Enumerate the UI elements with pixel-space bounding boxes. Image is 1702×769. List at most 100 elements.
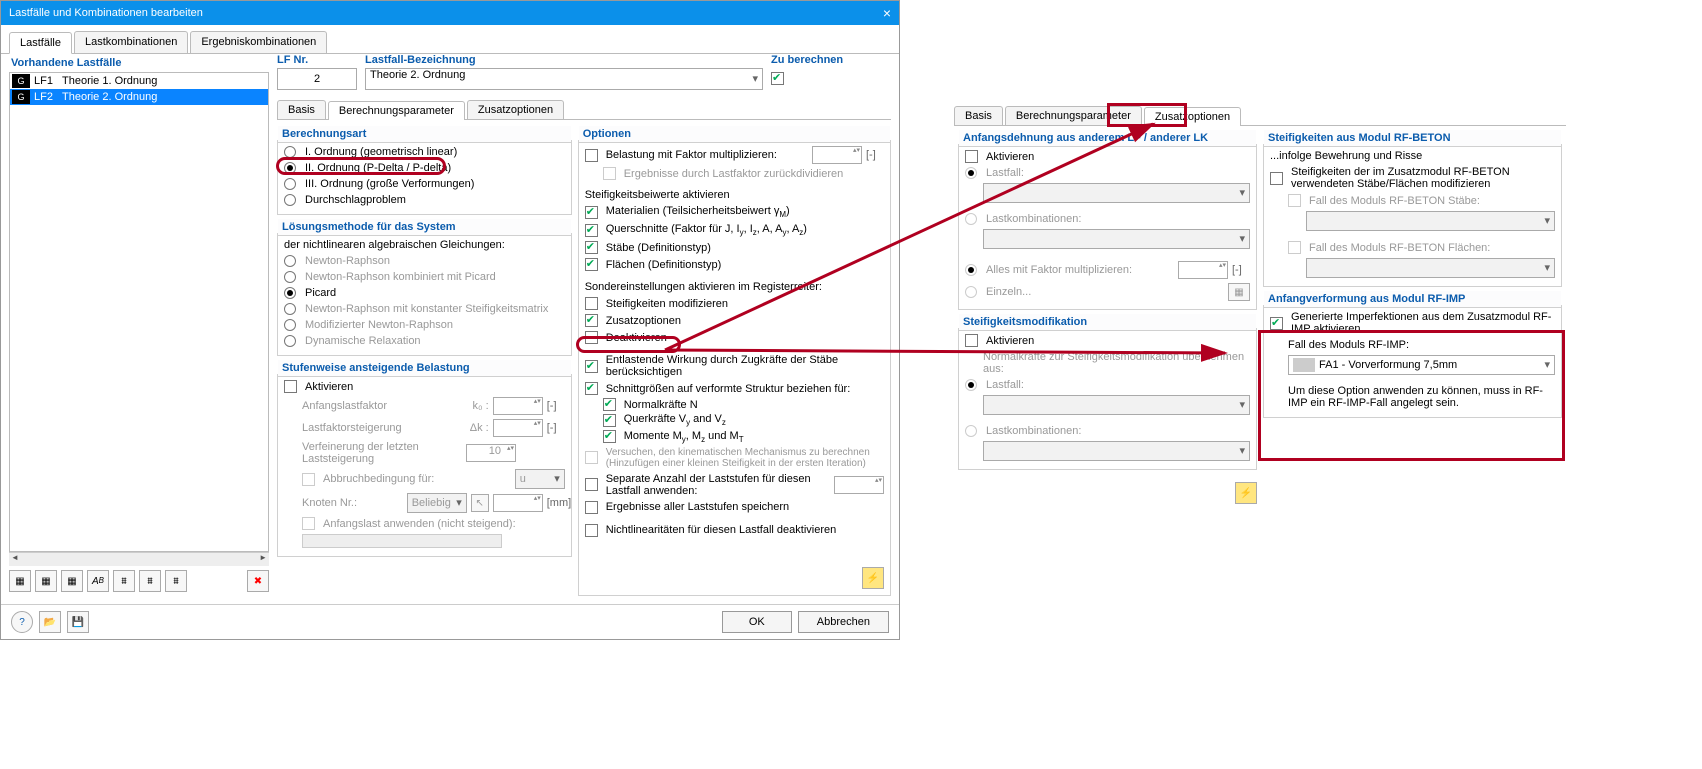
lf-badge: G — [12, 74, 30, 88]
opt-s3[interactable]: Stäbe (Definitionstyp) — [585, 239, 884, 256]
list-item[interactable]: G LF1 Theorie 1. Ordnung — [10, 73, 268, 89]
g1-act[interactable]: Aktivieren — [965, 148, 1250, 165]
dialog-window: Lastfälle und Kombinationen bearbeiten ×… — [0, 0, 900, 640]
g1-r4: Einzeln...▦ — [965, 281, 1250, 303]
step-l3: Verfeinerung der letzten Laststeigerung1… — [284, 439, 565, 467]
g1-r3: Alles mit Faktor multiplizieren:[-] — [965, 259, 1250, 281]
opt-e1[interactable]: Entlastende Wirkung durch Zugkräfte der … — [585, 352, 884, 380]
g3-l1: Fall des Moduls RF-BETON Stäbe: — [1270, 192, 1555, 209]
g4-combo[interactable]: FA1 - Vorverformung 7,5mm — [1270, 353, 1555, 377]
lfnr-input[interactable] — [277, 68, 357, 90]
ok-button[interactable]: OK — [722, 611, 792, 633]
grp-rfbeton-legend: Steifigkeiten aus Modul RF-BETON — [1264, 130, 1561, 147]
g3-intro: ...infolge Bewehrung und Risse — [1270, 148, 1555, 164]
calc-type-2[interactable]: II. Ordnung (P-Delta / P-delta) — [284, 160, 565, 176]
opt-s1[interactable]: Materialien (Teilsicherheitsbeiwert γM) — [585, 203, 884, 221]
opt-s4[interactable]: Flächen (Definitionstyp) — [585, 256, 884, 273]
opt-e2[interactable]: Schnittgrößen auf verformte Struktur bez… — [585, 380, 884, 397]
cancel-button[interactable]: Abbrechen — [798, 611, 889, 633]
step-l5: Knoten Nr.:Beliebig↖[mm] — [284, 491, 565, 515]
list-toolbar: ▦ ▦ ▦ AB ⩩ ⩩ ⩩ ✖ — [9, 566, 269, 596]
grp-rfimp: Anfangverformung aus Modul RF-IMP Generi… — [1263, 305, 1562, 418]
grp-rfimp-legend: Anfangverformung aus Modul RF-IMP — [1264, 291, 1561, 308]
opt-e2b[interactable]: Querkräfte Vy and Vz — [585, 412, 884, 428]
bez-select[interactable]: Theorie 2. Ordnung — [365, 68, 763, 90]
bolt-button[interactable]: ⚡ — [862, 567, 884, 589]
lf-badge: G — [12, 90, 30, 104]
lf-name: Theorie 2. Ordnung — [62, 91, 266, 103]
solver-intro: der nichtlinearen algebraischen Gleichun… — [284, 237, 565, 253]
g1-r1-combo — [965, 181, 1250, 205]
side-tab-berechnungsparameter[interactable]: Berechnungsparameter — [1005, 106, 1142, 125]
opt-t1[interactable]: Steifigkeiten modifizieren — [585, 295, 884, 312]
opt-e4[interactable]: Separate Anzahl der Laststufen für diese… — [585, 471, 884, 499]
tab-zusatzoptionen[interactable]: Zusatzoptionen — [467, 100, 564, 119]
opt-sh2: Sondereinstellungen aktivieren im Regist… — [585, 279, 884, 295]
grp-steifigkeitsmod-legend: Steifigkeitsmodifikation — [959, 314, 1256, 331]
help-button[interactable]: ? — [11, 611, 33, 633]
opt-stiff-header: Steifigkeitsbeiwerte aktivieren — [585, 187, 884, 203]
calc-type-3[interactable]: III. Ordnung (große Verformungen) — [284, 176, 565, 192]
tab-lastkombinationen[interactable]: Lastkombinationen — [74, 31, 188, 53]
tab-lastfaelle[interactable]: Lastfälle — [9, 32, 72, 54]
tab-basis[interactable]: Basis — [277, 100, 326, 119]
filter-a-button[interactable]: ⩩ — [113, 570, 135, 592]
solver-legend: Lösungsmethode für das System — [278, 219, 571, 236]
opt-e3: Versuchen, den kinematischen Mechanismus… — [585, 445, 884, 471]
bez-label: Lastfall-Bezeichnung — [365, 54, 763, 68]
solver-opt-6: Dynamische Relaxation — [284, 333, 565, 349]
options-group: Optionen Belastung mit Faktor multiplizi… — [578, 140, 891, 596]
side-tab-basis[interactable]: Basis — [954, 106, 1003, 125]
save-button[interactable]: 💾 — [67, 611, 89, 633]
bez-value: Theorie 2. Ordnung — [370, 69, 465, 81]
g3-c1[interactable]: Steifigkeiten der im Zusatzmodul RF-BETO… — [1270, 164, 1555, 192]
g2-r1: Lastfall: — [965, 377, 1250, 393]
calc-type-group: Berechnungsart I. Ordnung (geometrisch l… — [277, 140, 572, 215]
param-tabs: Basis Berechnungsparameter Zusatzoptione… — [277, 100, 891, 120]
step-l4: Abbruchbedingung für:u — [284, 467, 565, 491]
opt-t3[interactable]: Deaktivieren — [585, 329, 884, 346]
lf-list[interactable]: G LF1 Theorie 1. Ordnung G LF2 Theorie 2… — [9, 72, 269, 552]
side-bolt-button[interactable]: ⚡ — [1235, 482, 1257, 504]
list-item[interactable]: G LF2 Theorie 2. Ordnung — [10, 89, 268, 105]
calc-type-legend: Berechnungsart — [278, 126, 571, 143]
opt-s2[interactable]: Querschnitte (Faktor für J, Iy, Iz, A, A… — [585, 221, 884, 239]
step-l6: Anfangslast anwenden (nicht steigend): — [284, 515, 565, 532]
grp-anfangsdehnung-legend: Anfangsdehnung aus anderem LF / anderer … — [959, 130, 1256, 147]
filter-b-button[interactable]: ⩩ — [139, 570, 161, 592]
g2-act[interactable]: Aktivieren — [965, 332, 1250, 349]
horizontal-scrollbar[interactable] — [9, 552, 269, 566]
tab-ergebniskombinationen[interactable]: Ergebniskombinationen — [190, 31, 327, 53]
opt-e5[interactable]: Ergebnisse aller Laststufen speichern — [585, 499, 884, 516]
opt-e2c[interactable]: Momente My, Mz und MT — [585, 429, 884, 445]
filter-c-button[interactable]: ⩩ — [165, 570, 187, 592]
grp-anfangsdehnung: Anfangsdehnung aus anderem LF / anderer … — [958, 144, 1257, 310]
new-button[interactable]: ▦ — [9, 570, 31, 592]
solver-opt-4: Newton-Raphson mit konstanter Steifigkei… — [284, 301, 565, 317]
side-tab-zusatzoptionen[interactable]: Zusatzoptionen — [1144, 107, 1241, 126]
step-activate[interactable]: Aktivieren — [284, 378, 565, 395]
open-button[interactable]: 📂 — [39, 611, 61, 633]
copy-button[interactable]: ▦ — [61, 570, 83, 592]
dialog-tabs: Lastfälle Lastkombinationen Ergebniskomb… — [1, 25, 899, 54]
new-multiple-button[interactable]: ▦ — [35, 570, 57, 592]
close-icon[interactable]: × — [883, 5, 891, 21]
tab-berechnungsparameter[interactable]: Berechnungsparameter — [328, 101, 465, 120]
solver-opt-5: Modifizierter Newton-Raphson — [284, 317, 565, 333]
delete-button[interactable]: ✖ — [247, 570, 269, 592]
zub-checkbox[interactable] — [771, 72, 784, 85]
opt-e6[interactable]: Nichtlinearitäten für diesen Lastfall de… — [585, 522, 884, 539]
g1-r1: Lastfall: — [965, 165, 1250, 181]
solver-opt-3[interactable]: Picard — [284, 285, 565, 301]
opt-e2a[interactable]: Normalkräfte N — [585, 397, 884, 412]
calc-type-4[interactable]: Durchschlagproblem — [284, 192, 565, 208]
options-legend: Optionen — [579, 126, 890, 143]
calc-type-1[interactable]: I. Ordnung (geometrisch linear) — [284, 144, 565, 160]
action-a-button[interactable]: AB — [87, 570, 109, 592]
opt-t2[interactable]: Zusatzoptionen — [585, 312, 884, 329]
step-l1: Anfangslastfaktork₀ :[-] — [284, 395, 565, 417]
opt-mult[interactable]: Belastung mit Faktor multiplizieren:[-] — [585, 144, 884, 166]
g2-r1-combo — [965, 393, 1250, 417]
g4-c1[interactable]: Generierte Imperfektionen aus dem Zusatz… — [1270, 309, 1555, 337]
g2-r2: Lastkombinationen: — [965, 423, 1250, 439]
